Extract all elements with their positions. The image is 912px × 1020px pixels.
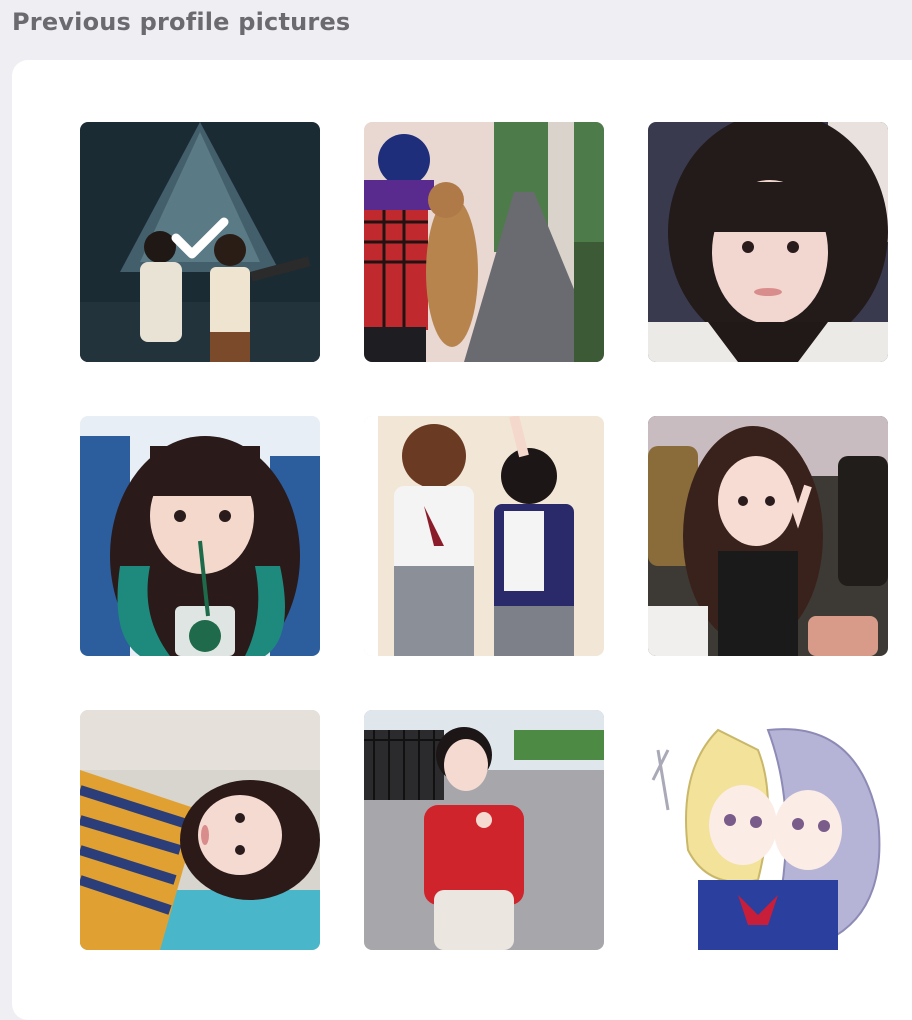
profile-picture-5[interactable] — [364, 416, 604, 656]
profile-picture-4[interactable] — [80, 416, 320, 656]
profile-picture-6[interactable] — [648, 416, 888, 656]
photo-image — [648, 416, 888, 656]
profile-picture-8[interactable] — [364, 710, 604, 950]
photo-image — [364, 710, 604, 950]
profile-picture-7[interactable] — [80, 710, 320, 950]
photo-image — [648, 710, 888, 950]
profile-picture-2[interactable] — [364, 122, 604, 362]
profile-picture-3[interactable] — [648, 122, 888, 362]
photo-image — [364, 122, 604, 362]
profile-picture-1-selected[interactable] — [80, 122, 320, 362]
pictures-card — [12, 60, 912, 1020]
profile-picture-9[interactable] — [648, 710, 888, 950]
section-title: Previous profile pictures — [12, 8, 351, 36]
photo-image — [80, 416, 320, 656]
photo-image — [80, 710, 320, 950]
photo-image — [364, 416, 604, 656]
photo-image — [648, 122, 888, 362]
checkmark-icon — [171, 217, 229, 259]
